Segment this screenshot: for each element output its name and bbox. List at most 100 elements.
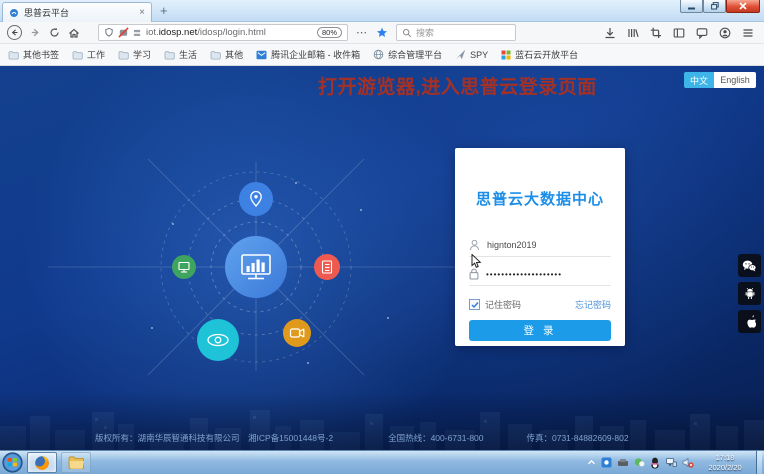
tray-qq-icon[interactable] bbox=[650, 457, 660, 469]
show-desktop-button[interactable] bbox=[756, 451, 762, 474]
tab-close-icon[interactable]: × bbox=[139, 8, 145, 18]
map-pin-icon bbox=[251, 192, 261, 207]
bookmark-life[interactable]: 生活 bbox=[164, 48, 197, 61]
explorer-folder-icon bbox=[68, 455, 85, 470]
new-tab-button[interactable]: + bbox=[160, 3, 168, 18]
hidden-icons-arrow[interactable] bbox=[587, 458, 596, 467]
bookmark-study[interactable]: 学习 bbox=[118, 48, 151, 61]
person-icon bbox=[469, 239, 480, 251]
sidebar-icon[interactable] bbox=[673, 27, 685, 39]
bookmark-label: 工作 bbox=[87, 48, 105, 61]
folder-icon bbox=[164, 50, 175, 60]
feature-orbit-diagram bbox=[0, 66, 500, 406]
close-icon bbox=[739, 2, 747, 10]
check-icon bbox=[471, 301, 479, 309]
url-text: iot.idosp.net/idosp/login.html bbox=[146, 27, 266, 38]
lang-en-button[interactable]: English bbox=[714, 72, 756, 88]
page-actions-icon[interactable]: ⋯ bbox=[356, 26, 368, 39]
start-button[interactable] bbox=[2, 452, 23, 473]
bookmark-work[interactable]: 工作 bbox=[72, 48, 105, 61]
system-tray: 17:18 2020/2/20 bbox=[587, 451, 762, 474]
password-input[interactable] bbox=[486, 270, 604, 279]
browser-navbar: iot.idosp.net/idosp/login.html 80% ⋯ bbox=[0, 22, 764, 44]
tray-app-icon[interactable] bbox=[601, 457, 612, 468]
wechat-icon bbox=[742, 260, 757, 272]
shield-icon bbox=[104, 27, 114, 38]
wechat-button[interactable] bbox=[738, 254, 761, 277]
bookmarks-bar: 其他书签 工作 学习 生活 其他 腾讯企业邮箱 - 收件箱 bbox=[0, 44, 764, 66]
password-field[interactable] bbox=[469, 268, 611, 286]
right-satellite bbox=[314, 254, 340, 280]
browser-tab[interactable]: 思普云平台 × bbox=[2, 2, 152, 22]
bookmark-star-icon[interactable] bbox=[376, 27, 388, 39]
login-button[interactable]: 登 录 bbox=[469, 320, 611, 341]
plugin-blocked-icon bbox=[118, 27, 129, 38]
permissions-icon bbox=[133, 28, 142, 38]
bookmark-misc[interactable]: 其他 bbox=[210, 48, 243, 61]
remember-checkbox[interactable] bbox=[469, 299, 480, 310]
firefox-icon bbox=[34, 455, 50, 471]
restore-icon bbox=[711, 2, 719, 10]
bookmark-tencent-mail[interactable]: 腾讯企业邮箱 - 收件箱 bbox=[256, 48, 360, 61]
bottom-right-satellite bbox=[283, 319, 311, 347]
left-satellite bbox=[172, 255, 196, 279]
search-bar[interactable] bbox=[396, 24, 516, 41]
url-bar[interactable]: iot.idosp.net/idosp/login.html 80% bbox=[98, 24, 348, 41]
window-close-button[interactable] bbox=[726, 0, 760, 13]
zoom-level-badge[interactable]: 80% bbox=[317, 27, 342, 38]
tray-network-icon[interactable] bbox=[665, 457, 677, 468]
top-satellite bbox=[239, 182, 273, 216]
bookmark-lanshi-cloud[interactable]: 蓝石云开放平台 bbox=[501, 48, 578, 61]
username-input[interactable] bbox=[487, 240, 605, 250]
folder-icon bbox=[210, 50, 221, 60]
android-icon bbox=[744, 287, 756, 300]
url-prefix: iot. bbox=[146, 27, 159, 38]
site-favicon bbox=[9, 8, 19, 18]
taskbar-clock[interactable]: 17:18 2020/2/20 bbox=[699, 453, 751, 473]
apple-button[interactable] bbox=[738, 310, 761, 333]
footer-hotline: 全国热线：400-6731-800 bbox=[388, 432, 483, 444]
forgot-password-link[interactable]: 忘记密码 bbox=[575, 298, 611, 311]
menu-icon[interactable] bbox=[742, 27, 754, 39]
crop-icon[interactable] bbox=[650, 27, 662, 39]
android-button[interactable] bbox=[738, 282, 761, 305]
minimize-icon bbox=[688, 3, 695, 10]
download-icon[interactable] bbox=[604, 27, 616, 39]
forward-button[interactable] bbox=[30, 27, 41, 38]
lock-icon bbox=[469, 268, 479, 280]
account-icon[interactable] bbox=[719, 27, 731, 39]
taskbar: 17:18 2020/2/20 bbox=[0, 450, 764, 474]
taskbar-explorer-button[interactable] bbox=[61, 452, 91, 473]
folder-icon bbox=[72, 50, 83, 60]
tray-wechat-icon[interactable] bbox=[634, 457, 645, 468]
bookmark-label: 腾讯企业邮箱 - 收件箱 bbox=[271, 48, 360, 61]
apple-icon bbox=[744, 315, 756, 329]
search-icon bbox=[402, 28, 412, 38]
globe-icon bbox=[373, 49, 384, 60]
reload-button[interactable] bbox=[49, 27, 60, 38]
bookmark-other-bookmarks[interactable]: 其他书签 bbox=[8, 48, 59, 61]
library-icon[interactable] bbox=[627, 27, 639, 39]
window-restore-button[interactable] bbox=[703, 0, 726, 13]
home-button[interactable] bbox=[68, 27, 80, 39]
remember-label[interactable]: 记住密码 bbox=[485, 298, 521, 311]
eye-icon bbox=[208, 335, 228, 346]
username-field[interactable] bbox=[469, 239, 611, 257]
dart-icon bbox=[455, 49, 466, 60]
volume-muted-icon[interactable] bbox=[682, 457, 694, 468]
forward-icon bbox=[30, 27, 41, 38]
bookmark-management-platform[interactable]: 综合管理平台 bbox=[373, 48, 442, 61]
url-path: /idosp/login.html bbox=[197, 27, 266, 38]
window-minimize-button[interactable] bbox=[680, 0, 703, 13]
bottom-left-satellite bbox=[197, 319, 239, 361]
search-input[interactable] bbox=[416, 28, 496, 38]
bookmark-spy[interactable]: SPY bbox=[455, 49, 488, 60]
taskbar-firefox-button[interactable] bbox=[27, 452, 57, 473]
tab-title: 思普云平台 bbox=[24, 6, 69, 19]
color-grid-icon bbox=[501, 50, 511, 60]
page-viewport: 打开游览器,进入思普云登录页面 中文 English 思普云大数据中心 bbox=[0, 66, 764, 450]
chat-icon[interactable] bbox=[696, 27, 708, 39]
back-button[interactable] bbox=[7, 25, 22, 40]
tray-device-icon[interactable] bbox=[617, 458, 629, 468]
lang-zh-button[interactable]: 中文 bbox=[684, 72, 714, 88]
